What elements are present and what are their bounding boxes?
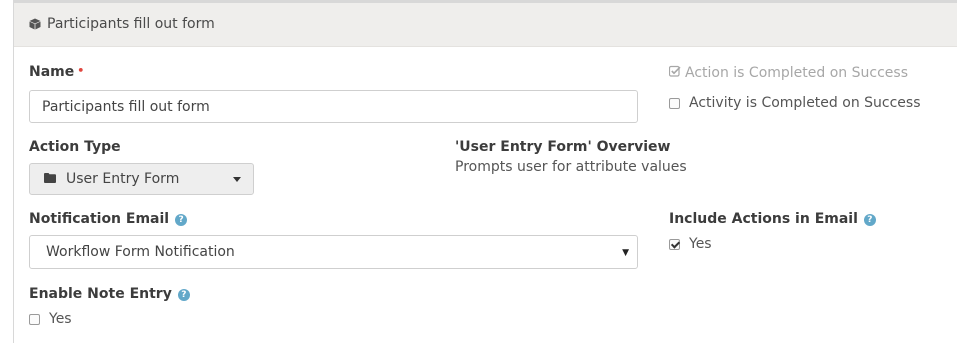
- name-label: Name •: [29, 64, 84, 80]
- action-completed-label: Action is Completed on Success: [685, 65, 908, 81]
- overview-description: Prompts user for attribute values: [455, 159, 687, 175]
- panel-header[interactable]: Participants fill out form: [14, 3, 957, 47]
- activity-completed-option[interactable]: Activity is Completed on Success: [669, 95, 921, 111]
- cube-icon: [29, 18, 41, 34]
- notification-email-value: Workflow Form Notification: [46, 244, 235, 260]
- name-label-text: Name: [29, 64, 75, 80]
- question-circle-icon[interactable]: ?: [177, 289, 190, 301]
- enable-note-label: Enable Note Entry?: [29, 286, 190, 302]
- include-actions-label-text: Include Actions in Email: [669, 211, 858, 227]
- name-input-value: Participants fill out form: [42, 98, 210, 115]
- action-panel: Participants fill out form Name • Partici…: [13, 0, 957, 343]
- include-actions-yes-label: Yes: [689, 236, 712, 252]
- include-actions-checkbox[interactable]: [669, 238, 680, 250]
- question-circle-icon[interactable]: ?: [863, 214, 876, 226]
- enable-note-checkbox[interactable]: [29, 313, 40, 325]
- overview-title: 'User Entry Form' Overview: [455, 139, 671, 155]
- include-actions-option[interactable]: Yes: [669, 236, 712, 252]
- activity-completed-checkbox[interactable]: [669, 97, 680, 109]
- enable-note-yes-label: Yes: [49, 311, 72, 327]
- notification-email-label-text: Notification Email: [29, 211, 170, 227]
- action-type-label: Action Type: [29, 139, 121, 155]
- action-type-value: User Entry Form: [66, 171, 180, 187]
- caret-down-icon: [233, 177, 241, 182]
- action-type-dropdown[interactable]: User Entry Form: [29, 163, 254, 195]
- check-square-icon: [668, 65, 681, 81]
- folder-icon: [44, 171, 56, 187]
- enable-note-label-text: Enable Note Entry: [29, 286, 172, 302]
- question-circle-icon[interactable]: ?: [175, 214, 188, 226]
- enable-note-option[interactable]: Yes: [29, 311, 72, 327]
- notification-email-label: Notification Email?: [29, 211, 188, 227]
- required-marker: •: [77, 64, 85, 77]
- panel-title: Participants fill out form: [47, 16, 215, 32]
- left-gutter: [0, 0, 13, 343]
- action-completed-option: Action is Completed on Success: [668, 65, 908, 81]
- notification-email-select[interactable]: Workflow Form Notification ▼: [29, 235, 638, 269]
- include-actions-label: Include Actions in Email?: [669, 211, 876, 227]
- select-arrow-icon: ▼: [622, 248, 629, 258]
- name-input[interactable]: Participants fill out form: [29, 90, 638, 123]
- activity-completed-label: Activity is Completed on Success: [689, 95, 921, 111]
